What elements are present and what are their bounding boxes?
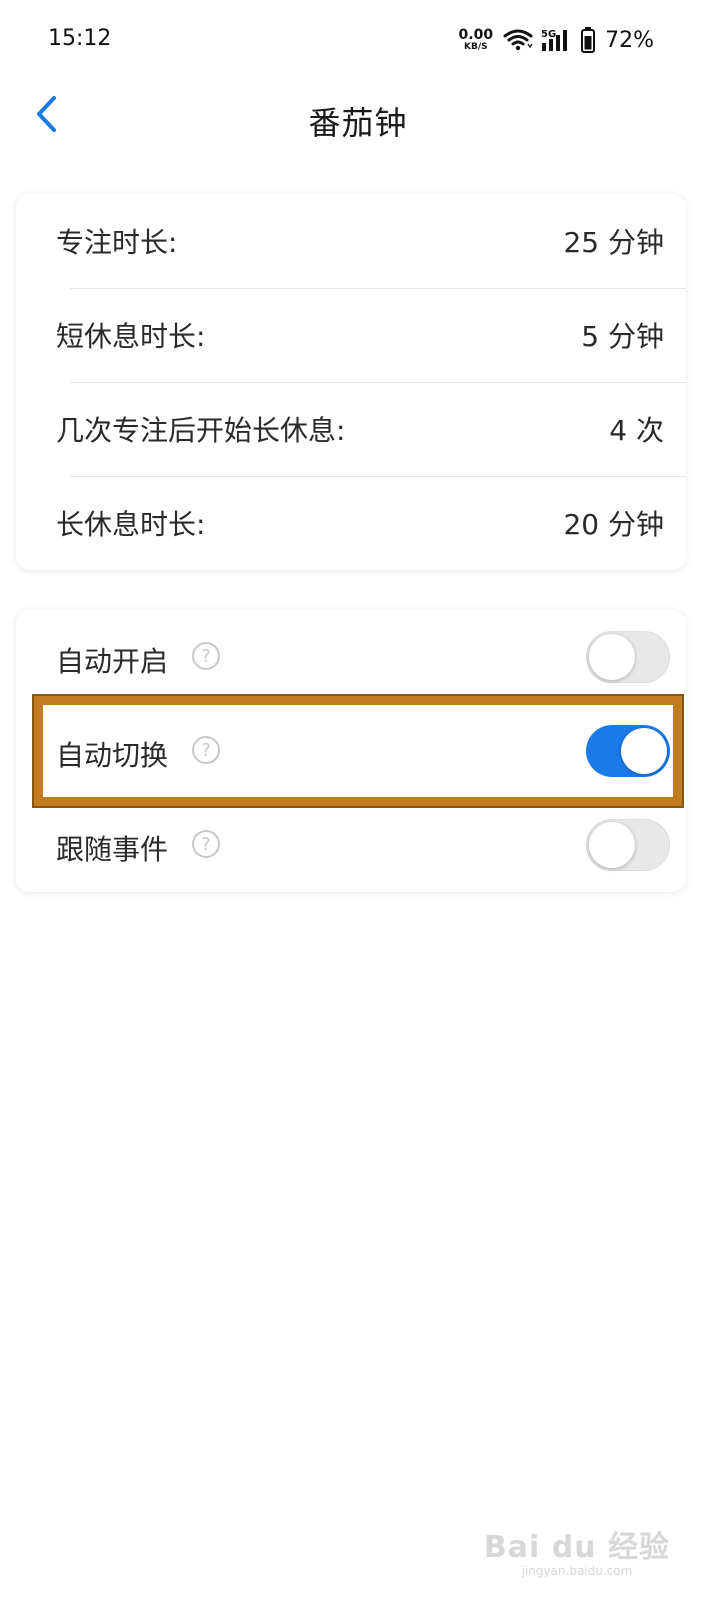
battery-percent: 72% bbox=[605, 27, 654, 53]
status-icons: 0.00 KB/S 5G 72% bbox=[459, 22, 654, 58]
toggle-settings-card: 自动开启 ? 自动切换 ? 跟随事件 ? bbox=[16, 610, 686, 892]
watermark-logo: Bai du 经验 bbox=[483, 1530, 670, 1565]
wifi-icon bbox=[503, 28, 533, 52]
auto-start-label: 自动开启 bbox=[56, 645, 169, 678]
long-break-duration-row[interactable]: 长休息时长: 20 分钟 bbox=[16, 476, 686, 570]
auto-start-toggle[interactable] bbox=[586, 631, 670, 683]
auto-switch-toggle[interactable] bbox=[586, 725, 670, 777]
watermark-url: jingyan.baidu.com bbox=[521, 1564, 633, 1578]
cellular-signal-icon: 5G bbox=[541, 27, 573, 53]
signal-label: 5G bbox=[541, 29, 556, 40]
setting-value: 4 次 bbox=[609, 414, 664, 447]
help-icon[interactable]: ? bbox=[192, 642, 220, 670]
long-break-interval-row[interactable]: 几次专注后开始长休息: 4 次 bbox=[16, 382, 686, 476]
status-time: 15:12 bbox=[48, 26, 112, 51]
auto-start-row: 自动开启 ? bbox=[16, 610, 686, 704]
net-speed: 0.00 KB/S bbox=[459, 28, 494, 52]
page-header: 番茄钟 bbox=[0, 80, 716, 160]
toggle-knob bbox=[621, 728, 667, 774]
auto-switch-row: 自动切换 ? bbox=[16, 704, 686, 798]
setting-value: 5 分钟 bbox=[581, 320, 664, 353]
watermark: Bai du 经验 jingyan.baidu.com bbox=[484, 1522, 670, 1578]
setting-label: 几次专注后开始长休息: bbox=[56, 414, 346, 447]
setting-label: 专注时长: bbox=[56, 226, 178, 259]
help-icon[interactable]: ? bbox=[192, 830, 220, 858]
setting-label: 短休息时长: bbox=[56, 320, 206, 353]
short-break-duration-row[interactable]: 短休息时长: 5 分钟 bbox=[16, 288, 686, 382]
toggle-knob bbox=[589, 634, 635, 680]
setting-value: 25 分钟 bbox=[563, 226, 664, 259]
help-icon[interactable]: ? bbox=[192, 736, 220, 764]
net-speed-value: 0.00 bbox=[458, 27, 494, 43]
follow-event-label: 跟随事件 bbox=[56, 833, 169, 866]
net-speed-unit: KB/S bbox=[464, 42, 488, 52]
status-bar: 15:12 0.00 KB/S 5G 72% bbox=[0, 0, 716, 80]
page-title: 番茄钟 bbox=[308, 104, 408, 142]
setting-value: 20 分钟 bbox=[563, 508, 664, 541]
duration-settings-card: 专注时长: 25 分钟 短休息时长: 5 分钟 几次专注后开始长休息: 4 次 … bbox=[16, 194, 686, 570]
setting-label: 长休息时长: bbox=[56, 508, 206, 541]
follow-event-toggle[interactable] bbox=[586, 819, 670, 871]
follow-event-row: 跟随事件 ? bbox=[16, 798, 686, 892]
toggle-knob bbox=[589, 822, 635, 868]
battery-icon bbox=[581, 27, 596, 53]
focus-duration-row[interactable]: 专注时长: 25 分钟 bbox=[16, 194, 686, 288]
auto-switch-label: 自动切换 bbox=[56, 739, 169, 772]
